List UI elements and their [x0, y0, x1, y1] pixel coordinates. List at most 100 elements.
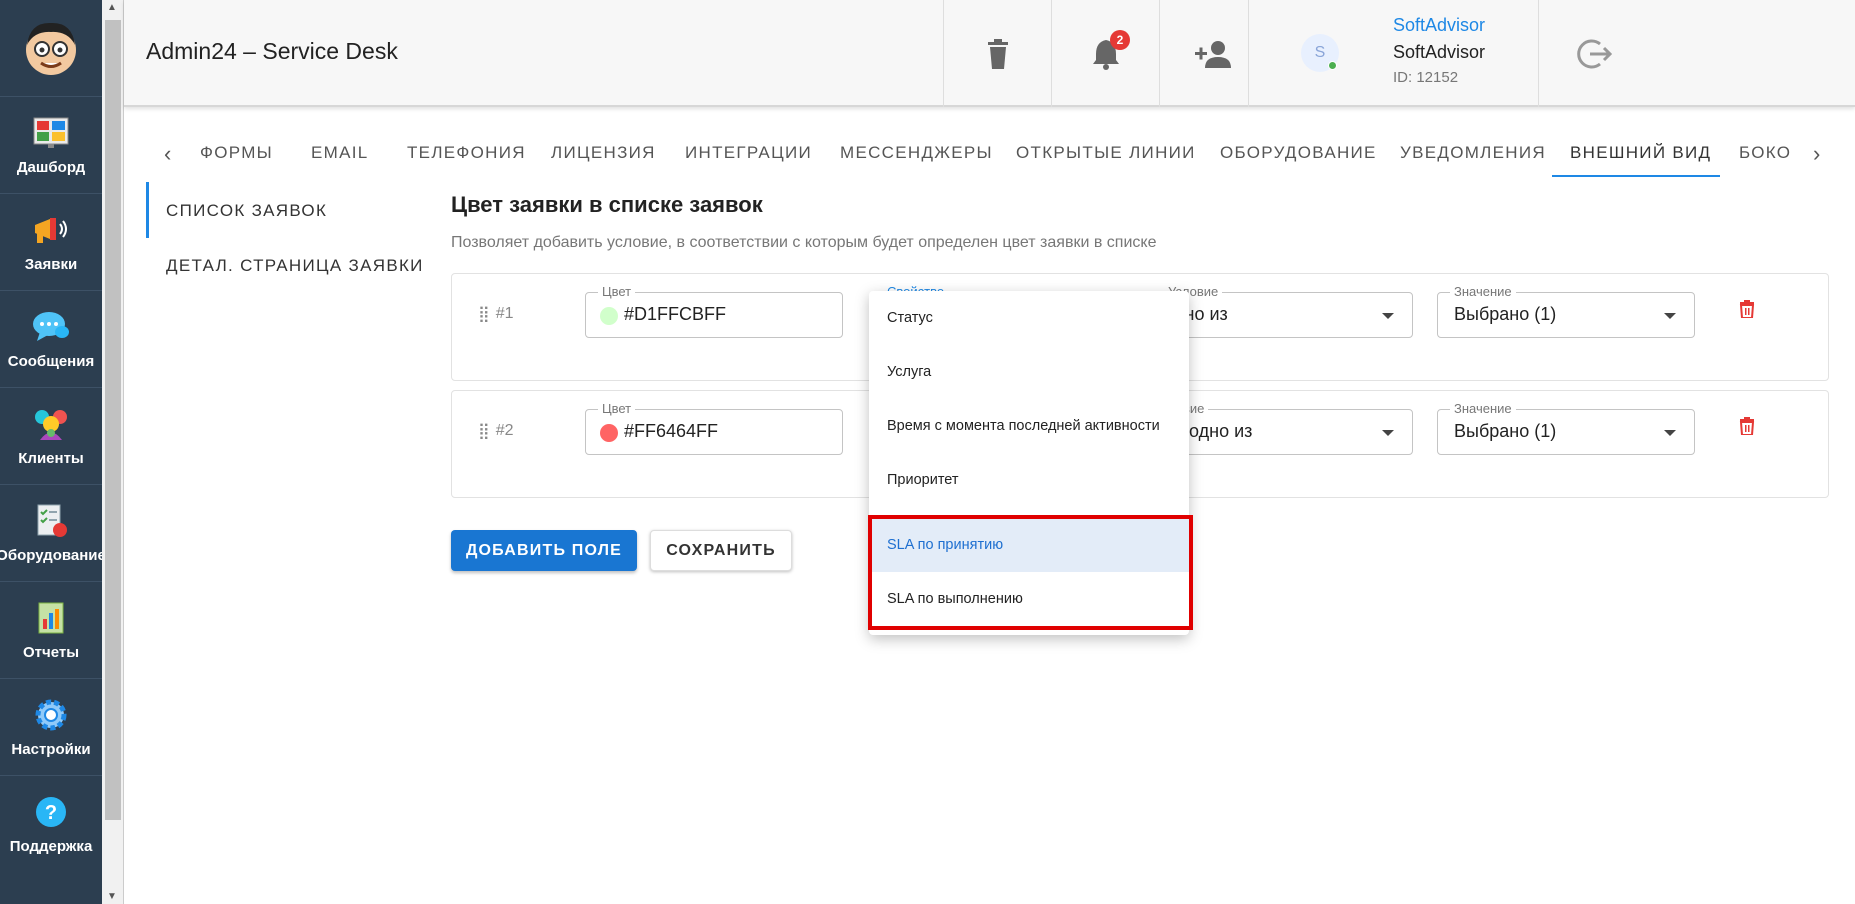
user-id: ID: 12152: [1393, 69, 1459, 86]
tab-license[interactable]: ЛИЦЕНЗИЯ: [551, 143, 656, 163]
chevron-down-icon: [1382, 313, 1394, 319]
color-field-label: Цвет: [598, 401, 636, 416]
help-icon: ?: [31, 794, 71, 830]
logo[interactable]: [0, 0, 102, 97]
value-field[interactable]: Значение Выбрано (1): [1437, 284, 1695, 338]
page-title: Цвет заявки в списке заявок: [451, 192, 763, 217]
tab-email[interactable]: EMAIL: [311, 143, 369, 163]
sidebar-item-reports[interactable]: Отчеты: [0, 582, 102, 679]
color-value: #FF6464FF: [624, 421, 719, 441]
sidebar-item-settings[interactable]: Настройки: [0, 679, 102, 776]
sidebar-item-messages[interactable]: Сообщения: [0, 291, 102, 388]
tab-equipment[interactable]: ОБОРУДОВАНИЕ: [1220, 143, 1377, 163]
tabs-scroll-left-icon[interactable]: ‹: [164, 141, 171, 167]
chevron-down-icon: [1664, 313, 1676, 319]
notification-badge: 2: [1110, 30, 1130, 50]
color-swatch[interactable]: [600, 307, 618, 325]
tab-telephony[interactable]: ТЕЛЕФОНИЯ: [407, 143, 526, 163]
equipment-icon: [31, 503, 71, 539]
user-name: SoftAdvisor: [1393, 42, 1486, 62]
sidebar-item-label: Настройки: [11, 740, 91, 758]
rule-number: #2: [495, 422, 514, 439]
logout-icon: [1576, 39, 1612, 68]
add-user-icon: [1194, 40, 1231, 68]
dropdown-option-status[interactable]: Статус: [869, 291, 1189, 345]
value-value: Выбрано (1): [1454, 421, 1557, 441]
megaphone-icon: [31, 212, 71, 248]
notifications-button[interactable]: 2: [1051, 0, 1159, 107]
dashboard-icon: [31, 115, 71, 151]
save-button[interactable]: СОХРАНИТЬ: [650, 530, 792, 571]
tab-appearance[interactable]: ВНЕШНИЙ ВИД: [1570, 143, 1711, 163]
header: Admin24 – Service Desk 2 S SoftAdvisor S…: [124, 0, 1855, 107]
subnav-item-request-detail[interactable]: ДЕТАЛ. СТРАНИЦА ЗАЯВКИ: [166, 256, 424, 276]
dropdown-option-priority[interactable]: Приоритет: [869, 453, 1189, 507]
reports-icon: [31, 600, 71, 636]
delete-rule-button[interactable]: [1739, 300, 1755, 323]
dropdown-option-service[interactable]: Услуга: [869, 345, 1189, 399]
value-field[interactable]: Значение Выбрано (1): [1437, 401, 1695, 455]
color-field[interactable]: Цвет #D1FFCBFF: [585, 284, 843, 338]
sidebar-item-clients[interactable]: Клиенты: [0, 388, 102, 485]
active-tab-indicator: [1552, 175, 1720, 177]
drag-handle-icon[interactable]: ⣿: [478, 304, 490, 324]
tab-notifications[interactable]: УВЕДОМЛЕНИЯ: [1400, 143, 1546, 163]
value-value: Выбрано (1): [1454, 304, 1557, 324]
page-scrollbar[interactable]: ▲ ▼: [102, 0, 124, 904]
condition-field[interactable]: ловие и одно из: [1157, 401, 1413, 455]
condition-field[interactable]: Условие дно из: [1157, 284, 1413, 338]
tabs-scroll-right-icon[interactable]: ›: [1813, 141, 1820, 167]
color-swatch[interactable]: [600, 424, 618, 442]
tab-sidebar-partial[interactable]: БОКО: [1739, 143, 1791, 163]
tab-forms[interactable]: ФОРМЫ: [200, 143, 273, 163]
drag-handle-icon[interactable]: ⣿: [478, 421, 490, 441]
online-status-dot: [1328, 61, 1337, 70]
trash-icon: [987, 38, 1008, 69]
scrollbar-thumb[interactable]: [105, 20, 121, 820]
chevron-down-icon: [1664, 430, 1676, 436]
add-field-button[interactable]: ДОБАВИТЬ ПОЛЕ: [451, 530, 637, 571]
dropdown-option-last-activity[interactable]: Время с момента последней активности: [869, 399, 1189, 453]
avatar-logo-icon: [26, 22, 76, 75]
sidebar-item-label: Поддержка: [9, 838, 93, 855]
tab-sidebar-clip: БОКО: [1739, 128, 1813, 168]
sidebar-item-label: Отчеты: [22, 643, 80, 661]
trash-button[interactable]: [943, 0, 1051, 107]
scroll-down-icon[interactable]: ▼: [107, 891, 117, 902]
subnav-active-indicator: [146, 182, 149, 238]
drag-handle[interactable]: ⣿ #2: [478, 421, 514, 441]
sidebar-item-label: Заявки: [24, 255, 78, 273]
sidebar-item-label: Оборудование: [0, 546, 106, 564]
trash-icon: [1739, 417, 1755, 436]
scroll-up-icon[interactable]: ▲: [107, 2, 117, 13]
highlight-annotation-box: [868, 515, 1193, 630]
avatar[interactable]: S: [1301, 34, 1339, 72]
tab-open-lines[interactable]: ОТКРЫТЫЕ ЛИНИИ: [1016, 143, 1196, 163]
sidebar: Дашборд Заявки Сообщения Клиенты Оборудо…: [0, 0, 106, 904]
sidebar-item-label: Дашборд: [16, 158, 86, 176]
sidebar-item-requests[interactable]: Заявки: [0, 194, 102, 291]
color-value: #D1FFCBFF: [624, 304, 727, 324]
delete-rule-button[interactable]: [1739, 417, 1755, 440]
sidebar-item-label: Клиенты: [18, 449, 84, 467]
user-link[interactable]: SoftAdvisor: [1393, 15, 1485, 36]
sidebar-item-label: Сообщения: [7, 352, 95, 370]
color-field-label: Цвет: [598, 284, 636, 299]
logout-button[interactable]: [1538, 0, 1648, 107]
color-field[interactable]: Цвет #FF6464FF: [585, 401, 843, 455]
clients-icon: [31, 406, 71, 442]
avatar-initial: S: [1314, 44, 1326, 61]
svg-text:?: ?: [45, 802, 57, 824]
sidebar-item-equipment[interactable]: Оборудование: [0, 485, 106, 582]
value-field-label: Значение: [1450, 284, 1516, 299]
rule-number: #1: [495, 305, 514, 322]
sidebar-item-dashboard[interactable]: Дашборд: [0, 97, 102, 194]
sidebar-item-support[interactable]: ? Поддержка: [0, 776, 102, 873]
value-field-label: Значение: [1450, 401, 1516, 416]
drag-handle[interactable]: ⣿ #1: [478, 304, 514, 324]
tab-messengers[interactable]: МЕССЕНДЖЕРЫ: [840, 143, 993, 163]
subnav-item-request-list[interactable]: СПИСОК ЗАЯВОК: [166, 201, 327, 221]
page-description: Позволяет добавить условие, в соответств…: [451, 234, 1157, 251]
user-profile[interactable]: S SoftAdvisor SoftAdvisor ID: 12152: [1248, 0, 1538, 107]
tab-integrations[interactable]: ИНТЕГРАЦИИ: [685, 143, 812, 163]
